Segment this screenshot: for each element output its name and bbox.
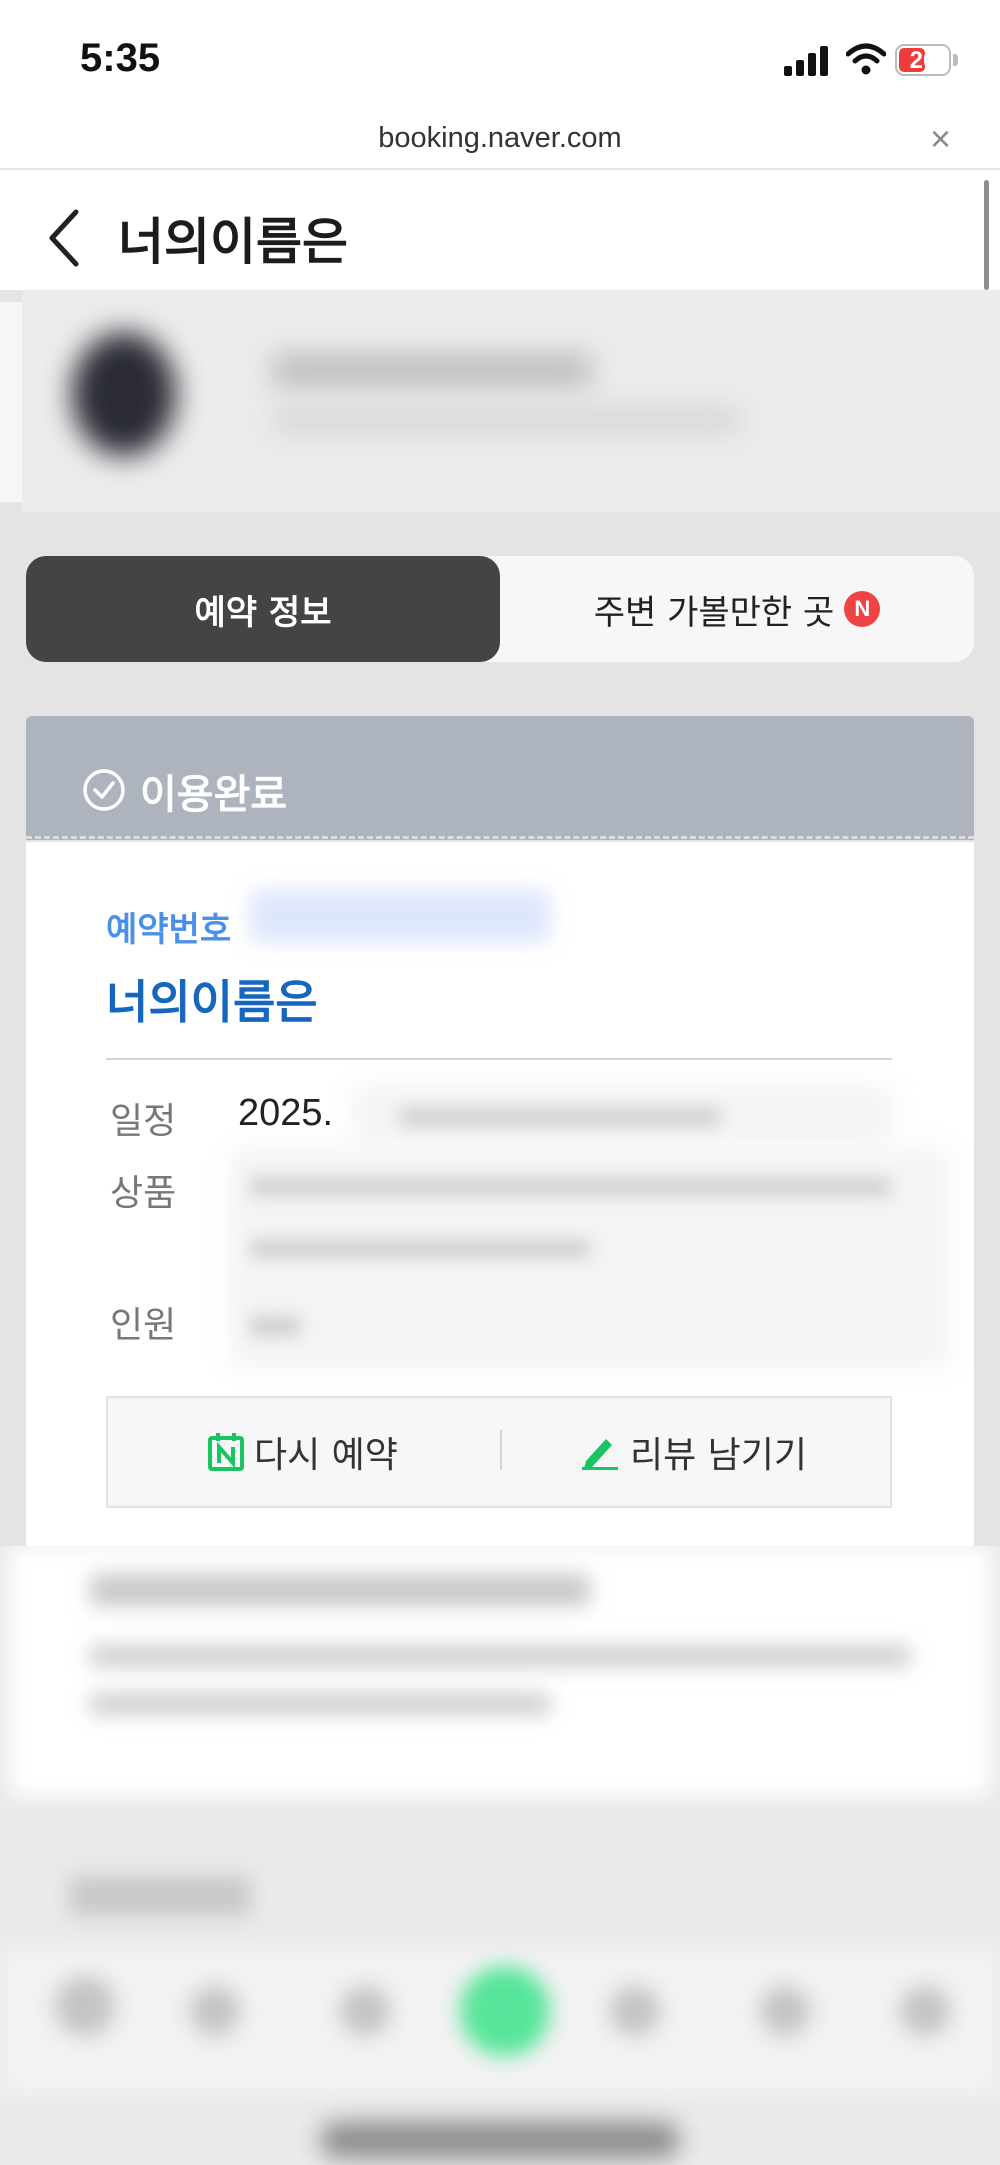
blurred-lower-content [0, 1546, 1000, 2165]
reservation-number-blurred [250, 890, 550, 942]
card-divider [106, 1058, 892, 1060]
nav-item-icon[interactable] [760, 1986, 810, 2036]
back-arrow-icon[interactable] [44, 208, 84, 268]
status-label: 이용완료 [140, 772, 288, 818]
write-review-button[interactable]: 리뷰 남기기 [580, 1426, 807, 1478]
check-circle-icon [83, 769, 125, 811]
section-heading-blurred [70, 1876, 250, 1916]
battery-icon: 20 [895, 44, 951, 76]
review-label: 리뷰 남기기 [630, 1435, 808, 1476]
tab-nearby-places[interactable]: 주변 가볼만한 곳 N [500, 556, 974, 662]
business-profile-blurred[interactable] [22, 290, 1000, 512]
home-indicator [320, 2122, 680, 2158]
product-blur-line-2 [250, 1240, 590, 1258]
nav-item-icon[interactable] [340, 1986, 390, 2036]
people-blur-line [250, 1316, 300, 1336]
tab-reservation-info-label: 예약 정보 [194, 592, 332, 633]
notice-heading-blurred [90, 1574, 590, 1606]
business-info-blurred [272, 410, 742, 430]
status-time: 5:35 [80, 36, 161, 80]
ticket-perforation [26, 836, 974, 839]
business-avatar [72, 332, 176, 456]
tab-reservation-info[interactable]: 예약 정보 [26, 556, 500, 662]
product-label: 상품 [110, 1173, 177, 1214]
page-title: 너의이름은 [118, 213, 348, 271]
left-edge-strip [0, 302, 24, 502]
url-text[interactable]: booking.naver.com [0, 122, 1000, 155]
new-badge: N [844, 591, 881, 627]
nav-item-icon[interactable] [610, 1986, 660, 2036]
reservation-number-label: 예약번호 [106, 910, 232, 950]
cellular-signal-icon [784, 46, 828, 76]
rebook-label: 다시 예약 [254, 1435, 398, 1476]
notice-text-blurred-2 [90, 1694, 550, 1714]
rebook-button[interactable]: 다시 예약 [208, 1426, 398, 1478]
tab-nearby-places-label: 주변 가볼만한 곳 [593, 592, 835, 633]
schedule-label: 일정 [110, 1101, 177, 1142]
nav-item-icon[interactable] [900, 1986, 950, 2036]
reservation-title: 너의이름은 [106, 975, 318, 1029]
product-blur-line [250, 1178, 890, 1196]
nav-home-green-icon[interactable] [460, 1966, 550, 2056]
schedule-value: 2025. [238, 1092, 334, 1134]
wifi-icon [846, 43, 886, 75]
nav-item-icon[interactable] [190, 1986, 240, 2036]
battery-level: 20 [909, 47, 937, 74]
nav-item-icon[interactable] [55, 1976, 115, 2036]
people-label: 인원 [110, 1305, 177, 1346]
schedule-blur-line [400, 1108, 720, 1126]
close-icon[interactable]: × [930, 118, 951, 160]
notice-text-blurred [90, 1646, 910, 1666]
pencil-icon [582, 1439, 618, 1470]
battery-tip [953, 54, 958, 66]
business-name-blurred [272, 355, 592, 385]
naver-calendar-icon [208, 1433, 244, 1471]
action-separator [500, 1430, 502, 1470]
scrollbar[interactable] [984, 180, 989, 290]
